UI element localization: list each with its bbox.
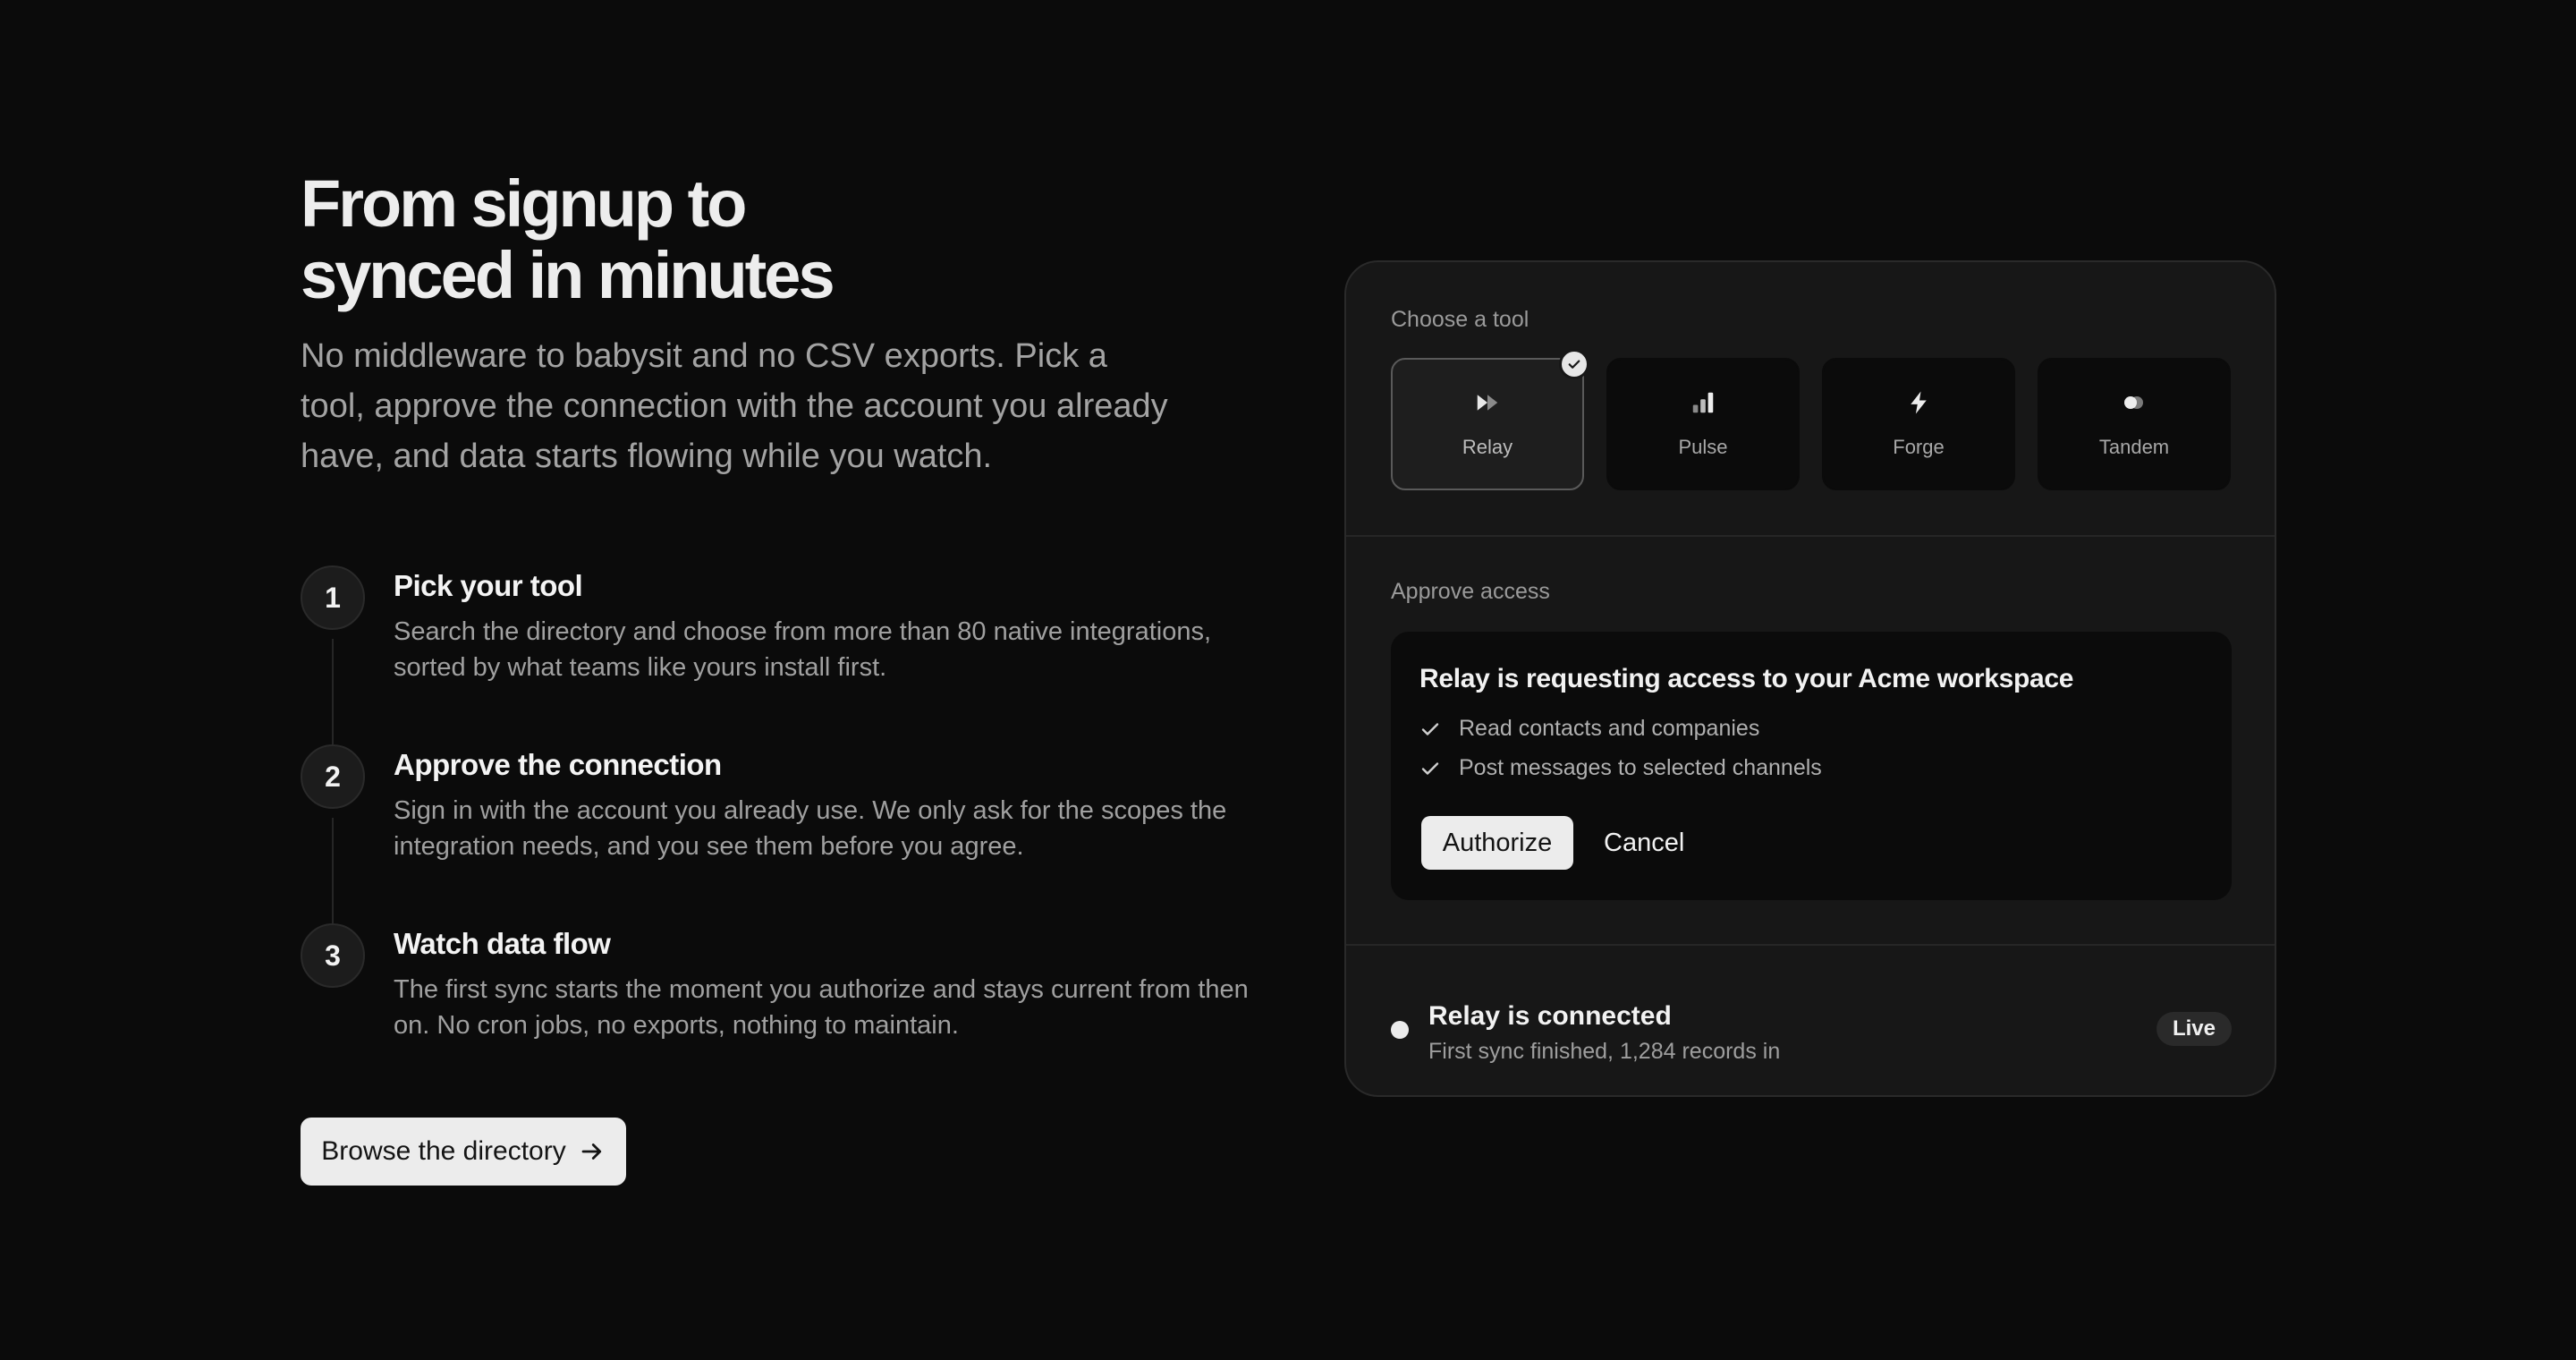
tool-label: Forge [1893,436,1945,458]
hero-title: From signup to synced in minutes [301,168,1249,311]
connection-status: Relay is connected First sync finished, … [1391,992,2232,1064]
step-number: 1 [301,565,365,630]
live-badge: Live [2156,1012,2232,1046]
integration-panel: Choose a tool Relay Pulse Forge Tandem A… [1344,260,2276,1097]
hero-title-line-2: synced in minutes [301,238,835,312]
scope-item: Post messages to selected channels [1419,755,1822,781]
hero-title-line-1: From signup to [301,166,748,241]
step-description: The first sync starts the moment you aut… [394,975,1249,1040]
step-1: 1 Pick your tool Search the directory an… [301,565,1249,744]
section-divider [1346,944,2275,946]
page: From signup to synced in minutes No midd… [0,0,2576,1360]
authorization-title: Relay is requesting access to your Acme … [1419,664,2074,693]
step-number: 2 [301,744,365,809]
step-2: 2 Approve the connection Sign in with th… [301,744,1249,923]
hero-section: From signup to synced in minutes No midd… [301,168,1249,1186]
scope-label: Read contacts and companies [1459,716,1760,741]
step-description: Search the directory and choose from mor… [394,617,1212,682]
step-description: Sign in with the account you already use… [394,796,1227,861]
status-title: Relay is connected [1428,1001,1672,1031]
tool-option-relay[interactable]: Relay [1391,349,1589,490]
lightning-icon [1905,389,1932,416]
status-subtitle: First sync finished, 1,284 records in [1428,1039,1781,1064]
tool-option-forge[interactable]: Forge [1822,358,2015,490]
arrow-right-icon [581,1143,601,1160]
check-icon [1421,722,1439,735]
fast-forward-icon [1474,389,1501,416]
approve-access-label: Approve access [1391,579,1550,604]
step-3: 3 Watch data flow The first sync starts … [301,923,1249,1049]
step-title: Pick your tool [394,569,583,602]
step-number: 3 [301,923,365,988]
tool-option-tandem[interactable]: Tandem [2038,358,2231,490]
tool-picker: Relay Pulse Forge Tandem [1391,349,2232,490]
step-connector [332,818,334,923]
scope-item: Read contacts and companies [1419,716,1759,742]
cancel-button[interactable]: Cancel [1604,816,1684,870]
tool-label: Relay [1462,436,1513,458]
tool-label: Pulse [1678,436,1728,458]
tool-option-pulse[interactable]: Pulse [1606,358,1800,490]
bar-chart-icon [1690,389,1716,416]
scope-label: Post messages to selected channels [1459,755,1822,780]
status-dot [1391,1021,1409,1039]
step-connector [332,639,334,744]
tool-label: Tandem [2098,436,2170,458]
authorization-card: Relay is requesting access to your Acme … [1391,632,2232,900]
toggle-icon [2121,389,2148,416]
section-divider [1346,535,2275,537]
step-title: Approve the connection [394,748,722,781]
browse-directory-button[interactable]: Browse the directory [301,1118,626,1186]
check-icon [1421,761,1439,775]
hero-subtitle: No middleware to babysit and no CSV expo… [301,337,1168,475]
check-icon [1568,360,1580,369]
selected-check-badge [1559,349,1589,379]
authorize-button[interactable]: Authorize [1421,816,1573,870]
choose-tool-label: Choose a tool [1391,307,1530,332]
browse-directory-label: Browse the directory [321,1136,566,1166]
step-title: Watch data flow [394,927,611,960]
